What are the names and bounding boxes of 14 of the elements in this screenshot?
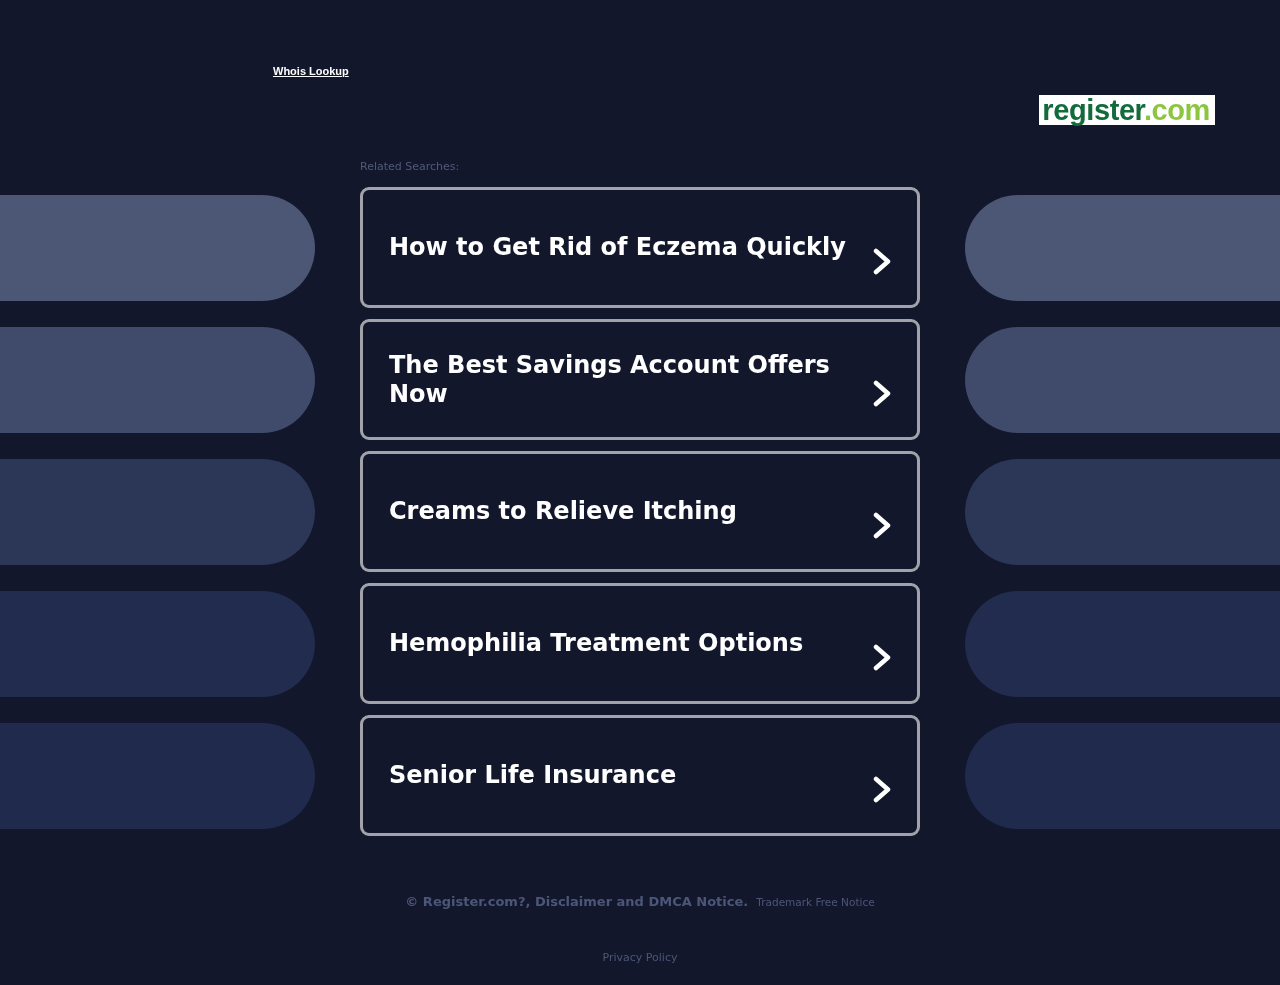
chevron-right-icon <box>873 643 892 671</box>
search-link[interactable]: The Best Savings Account Offers Now <box>360 319 920 440</box>
related-searches-heading: Related Searches: <box>360 160 460 174</box>
search-link[interactable]: How to Get Rid of Eczema Quickly <box>360 187 920 308</box>
chevron-right-icon <box>873 511 892 539</box>
register-logo: register.com <box>1039 95 1215 125</box>
whois-link[interactable]: Whois Lookup <box>273 64 349 78</box>
search-link[interactable]: Senior Life Insurance <box>360 715 920 836</box>
search-link[interactable]: Hemophilia Treatment Options <box>360 583 920 704</box>
copyright-notice: © Register.com?, Disclaimer and DMCA Notice. <box>405 894 749 909</box>
search-link[interactable]: Creams to Relieve Itching <box>360 451 920 572</box>
chevron-right-icon <box>873 247 892 275</box>
chevron-right-icon <box>873 775 892 803</box>
chevron-right-icon <box>873 379 892 407</box>
